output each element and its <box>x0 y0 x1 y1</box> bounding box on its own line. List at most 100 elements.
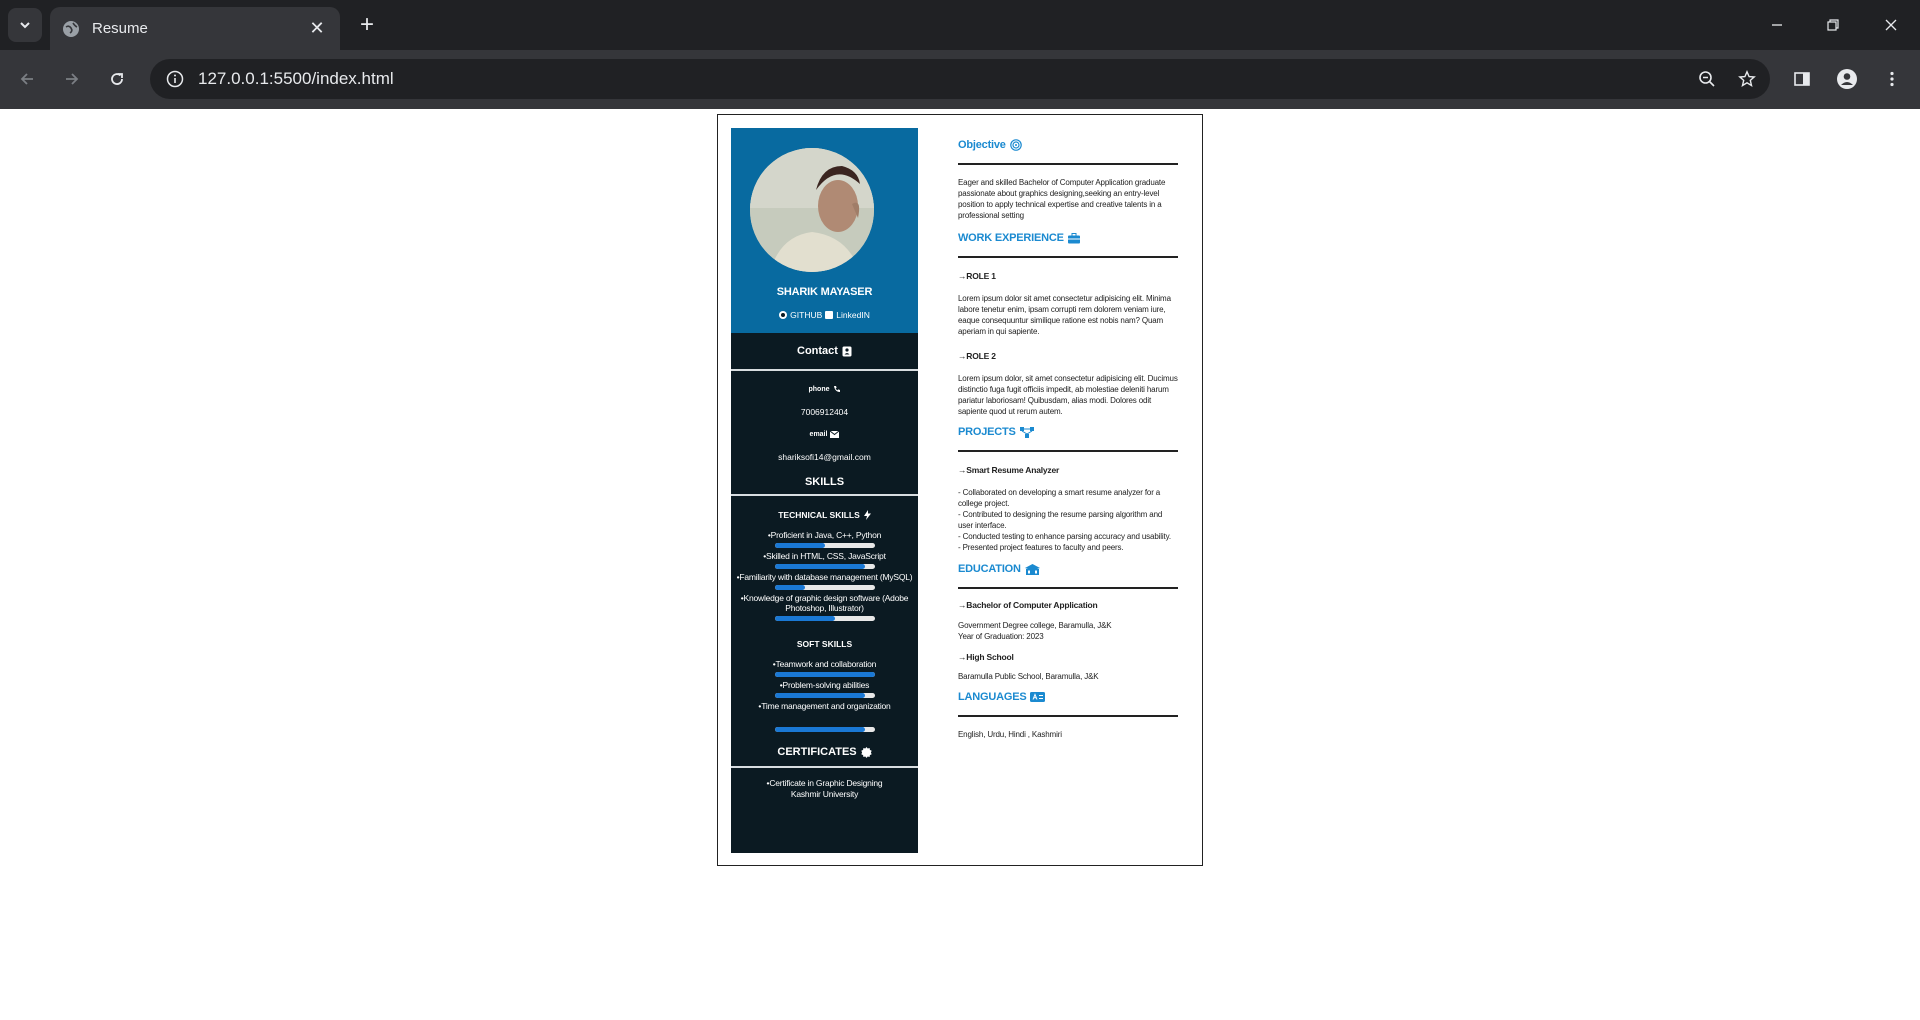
section-rule <box>958 587 1178 589</box>
back-button[interactable] <box>10 62 44 96</box>
contact-details: phone 7006912404 email shariksofi14@gmai… <box>731 371 918 492</box>
skill-label: •Skilled in HTML, CSS, JavaScript <box>763 551 886 561</box>
soft-skill-list: •Teamwork and collaboration •Problem-sol… <box>731 659 918 732</box>
side-panel-icon <box>1794 72 1810 86</box>
restore-icon <box>1827 19 1839 31</box>
education-heading: EDUCATION <box>958 563 1021 575</box>
resume-card: SHARIK MAYASER GITHUB LinkedIN Contact p… <box>717 114 1203 866</box>
school-name: Baramulla Public School, Baramulla, J&K <box>958 672 1099 681</box>
skill-label: •Knowledge of graphic design software (A… <box>740 593 909 613</box>
close-tab-icon[interactable]: ✕ <box>306 18 328 40</box>
education-header: EDUCATION <box>958 563 1178 575</box>
skill-label: •Time management and organization <box>758 701 891 711</box>
social-links: GITHUB LinkedIN <box>731 310 918 320</box>
new-tab-button[interactable]: + <box>352 10 382 40</box>
skill-item: •Problem-solving abilities <box>731 680 918 698</box>
profile-name: SHARIK MAYASER <box>776 286 873 298</box>
profile-photo <box>750 148 874 272</box>
skill-item: •Time management and organization <box>731 701 918 732</box>
contact-card-icon <box>842 346 852 356</box>
certificates-heading: CERTIFICATES <box>777 746 857 758</box>
contact-heading: Contact <box>797 345 838 357</box>
project-title: →Smart Resume Analyzer <box>958 465 1060 475</box>
technical-skill-list: •Proficient in Java, C++, Python •Skille… <box>731 530 918 621</box>
avatar-icon <box>1837 69 1857 89</box>
tab-title: Resume <box>92 20 148 37</box>
section-rule <box>958 256 1178 258</box>
skills-section: TECHNICAL SKILLS •Proficient in Java, C+… <box>731 496 918 760</box>
page-viewport: SHARIK MAYASER GITHUB LinkedIN Contact p… <box>0 109 1920 1020</box>
objective-text: Eager and skilled Bachelor of Computer A… <box>958 178 1166 220</box>
phone-number[interactable]: 7006912404 <box>731 407 918 417</box>
profile-button[interactable] <box>1830 62 1864 96</box>
role-description: Lorem ipsum dolor sit amet consectetur a… <box>958 294 1171 336</box>
skill-label: •Teamwork and collaboration <box>772 659 877 669</box>
projects-heading: PROJECTS <box>958 426 1016 438</box>
github-link[interactable]: GITHUB <box>790 310 822 320</box>
profile-section: SHARIK MAYASER GITHUB LinkedIN <box>731 128 918 333</box>
certificates-header: CERTIFICATES <box>731 744 918 760</box>
tab-strip: Resume ✕ + <box>0 0 1920 50</box>
tab-search-button[interactable] <box>8 8 42 42</box>
tab-resume[interactable]: Resume ✕ <box>50 7 340 50</box>
project-bullet: - Presented project features to faculty … <box>958 543 1124 552</box>
badge-icon <box>860 746 872 758</box>
contact-header: Contact <box>731 333 918 369</box>
skill-item: •Proficient in Java, C++, Python <box>731 530 918 548</box>
section-rule <box>958 715 1178 717</box>
reload-icon <box>111 73 123 85</box>
projects-header: PROJECTS <box>958 426 1178 438</box>
chevron-down-icon <box>20 22 30 29</box>
skill-item: •Teamwork and collaboration <box>731 659 918 677</box>
bookmark-button[interactable] <box>1730 62 1764 96</box>
degree-title: →Bachelor of Computer Application <box>958 600 1098 610</box>
school-icon <box>1024 563 1040 575</box>
skill-progress-bar <box>774 672 875 677</box>
arrow-right-icon <box>66 73 79 85</box>
languages-text: English, Urdu, Hindi , Kashmiri <box>958 730 1062 739</box>
languages-header: LANGUAGES <box>958 691 1178 703</box>
skill-label: •Proficient in Java, C++, Python <box>767 530 882 540</box>
address-bar[interactable]: 127.0.0.1:5500/index.html <box>150 59 1770 99</box>
project-bullet: - Contributed to designing the resume pa… <box>958 510 1163 530</box>
restore-button[interactable] <box>1816 8 1850 42</box>
phone-icon <box>833 386 840 392</box>
reload-button[interactable] <box>100 62 134 96</box>
graduation-year: Year of Graduation: 2023 <box>958 632 1044 641</box>
menu-button[interactable] <box>1875 62 1909 96</box>
skill-progress-bar <box>774 693 875 698</box>
site-info-icon[interactable] <box>160 64 190 94</box>
skills-heading: SKILLS <box>804 476 845 488</box>
arrow-left-icon <box>20 73 33 85</box>
globe-icon <box>63 20 79 37</box>
resume-main: Objective Eager and skilled Bachelor of … <box>958 128 1178 740</box>
email-address[interactable]: shariksofi14@gmail.com <box>731 452 918 462</box>
zoom-out-icon <box>1699 71 1715 87</box>
technical-skills-heading: TECHNICAL SKILLS <box>731 510 918 520</box>
close-window-button[interactable] <box>1874 8 1908 42</box>
project-bullet: - Collaborated on developing a smart res… <box>958 488 1161 508</box>
soft-skills-heading: SOFT SKILLS <box>796 639 853 649</box>
work-header: WORK EXPERIENCE <box>958 232 1178 244</box>
skill-item: •Familiarity with database management (M… <box>731 572 918 590</box>
section-rule <box>958 163 1178 165</box>
project-details: - Collaborated on developing a smart res… <box>958 487 1178 553</box>
browser-chrome: Resume ✕ + 127.0.0.1:5500/index.html <box>0 0 1920 109</box>
side-panel-button[interactable] <box>1785 62 1819 96</box>
certificate-title: •Certificate in Graphic Designing <box>766 778 883 788</box>
skill-progress-bar <box>774 564 875 569</box>
url-text[interactable]: 127.0.0.1:5500/index.html <box>198 69 1690 89</box>
forward-button[interactable] <box>55 62 89 96</box>
zoom-button[interactable] <box>1690 62 1724 96</box>
github-icon <box>779 311 788 319</box>
email-label: email <box>809 431 828 438</box>
star-icon <box>1738 70 1756 87</box>
minimize-button[interactable] <box>1760 8 1794 42</box>
bolt-icon <box>863 510 871 520</box>
linkedin-link[interactable]: LinkedIN <box>836 310 870 320</box>
diagram-icon <box>1019 426 1034 438</box>
role-description: Lorem ipsum dolor, sit amet consectetur … <box>958 374 1178 416</box>
browser-toolbar: 127.0.0.1:5500/index.html <box>0 50 1920 109</box>
certificates-section: •Certificate in Graphic Designing Kashmi… <box>731 768 918 799</box>
linkedin-icon <box>825 311 834 319</box>
